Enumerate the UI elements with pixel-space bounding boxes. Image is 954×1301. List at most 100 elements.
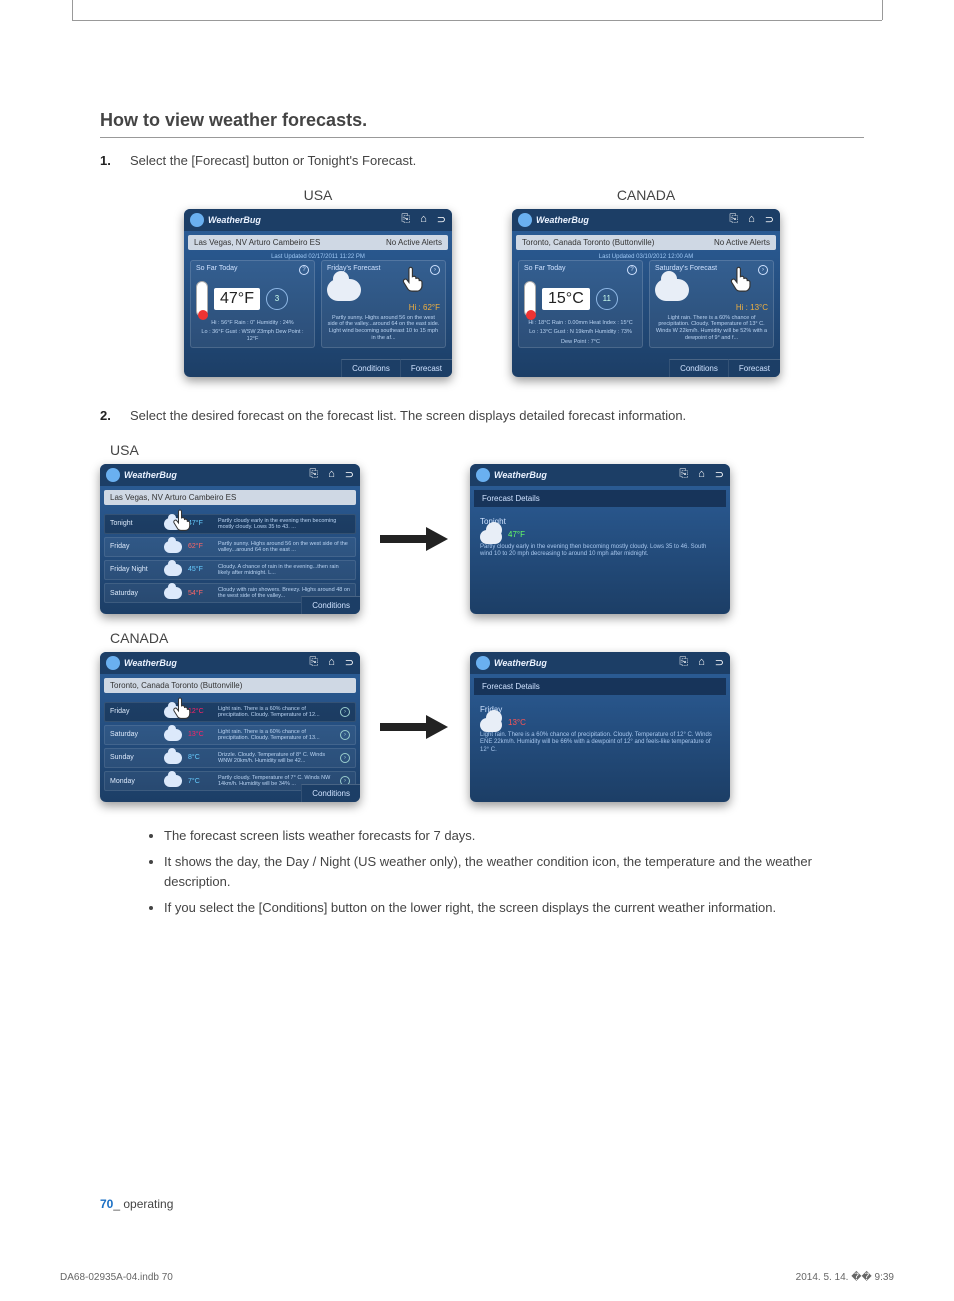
weatherbug-logo-icon (518, 213, 532, 227)
step-2-text: Select the desired forecast on the forec… (130, 407, 686, 426)
home-icon[interactable]: ⌂ (420, 213, 427, 226)
bookmark-icon[interactable]: ⎘ (309, 656, 318, 669)
brand-text: WeatherBug (124, 658, 177, 668)
home-icon[interactable]: ⌂ (698, 468, 705, 481)
touch-hand-icon (727, 265, 755, 293)
canada-detail-text: Light rain. There is a 60% chance of pre… (480, 732, 720, 755)
home-icon[interactable]: ⌂ (328, 468, 335, 481)
page-footer: 70_ operating (100, 1197, 173, 1211)
cloud-icon (480, 530, 502, 544)
weatherbug-logo-icon (106, 656, 120, 670)
back-icon[interactable]: ⊃ (437, 213, 446, 226)
back-icon[interactable]: ⊃ (345, 468, 354, 481)
brand-text: WeatherBug (494, 658, 547, 668)
conditions-tab[interactable]: Conditions (301, 784, 360, 802)
weather-icon (164, 729, 182, 741)
forecast-day: Saturday (110, 590, 158, 597)
weather-icon (164, 541, 182, 553)
canada-label: CANADA (512, 187, 780, 203)
conditions-tab[interactable]: Conditions (669, 359, 728, 377)
conditions-tab[interactable]: Conditions (301, 596, 360, 614)
chevron-right-icon[interactable]: › (340, 707, 350, 717)
bookmark-icon[interactable]: ⎘ (309, 468, 318, 481)
step-2-num: 2. (100, 407, 118, 426)
forecast-row[interactable]: Tonight47°FPartly cloudy early in the ev… (104, 514, 356, 534)
go-icon[interactable]: › (758, 265, 768, 275)
bookmark-icon[interactable]: ⎘ (401, 213, 410, 226)
usa-detail-day: Tonight (480, 517, 720, 526)
home-icon[interactable]: ⌂ (328, 656, 335, 669)
forecast-desc: Partly cloudy early in the evening then … (218, 518, 350, 530)
weatherbug-logo-icon (190, 213, 204, 227)
forecast-day: Friday (110, 708, 158, 715)
thermometer-icon (196, 281, 208, 317)
brand-text: WeatherBug (124, 470, 177, 480)
go-icon[interactable]: › (430, 265, 440, 275)
forecast-day: Tonight (110, 520, 158, 527)
step-1: 1. Select the [Forecast] button or Tonig… (100, 152, 864, 171)
weather-icon (164, 752, 182, 764)
canada-stats3: Dew Point : 7°C (524, 339, 637, 346)
info-icon[interactable]: ? (627, 265, 637, 275)
forecast-row[interactable]: Saturday13°CLight rain. There is a 60% c… (104, 725, 356, 745)
step-1-text: Select the [Forecast] button or Tonight'… (130, 152, 416, 171)
canada-alerts: No Active Alerts (714, 238, 770, 247)
forecast-day: Sunday (110, 754, 158, 761)
forecast-tab[interactable]: Forecast (728, 359, 780, 377)
step-1-num: 1. (100, 152, 118, 171)
forecast-temp: 62°F (188, 543, 212, 550)
forecast-row[interactable]: Friday62°FPartly sunny. Highs around 56 … (104, 537, 356, 557)
forecast-row[interactable]: Sunday8°CDrizzle. Cloudy. Temperature of… (104, 748, 356, 768)
usa-alerts: No Active Alerts (386, 238, 442, 247)
brand-text: WeatherBug (494, 470, 547, 480)
usa-desc: Partly sunny. Highs around 56 on the wes… (327, 315, 440, 341)
home-icon[interactable]: ⌂ (748, 213, 755, 226)
usa-forecast-list-device: WeatherBug ⎘ ⌂ ⊃ Las Vegas, NV Arturo Camb… (100, 464, 360, 614)
back-icon[interactable]: ⊃ (765, 213, 774, 226)
bullet-1: The forecast screen lists weather foreca… (164, 826, 864, 846)
usa-device-today: WeatherBug ⎘ ⌂ ⊃ Las Vegas, NV Arturo Ca… (184, 209, 452, 377)
doc-footer-left: DA68-02935A-04.indb 70 (60, 1272, 173, 1283)
canada-forecast-list-device: WeatherBug ⎘ ⌂ ⊃ Toronto, Canada Toronto (… (100, 652, 360, 802)
back-icon[interactable]: ⊃ (345, 656, 354, 669)
usa-detail-text: Partly cloudy early in the evening then … (480, 544, 720, 560)
brand-text: WeatherBug (536, 215, 589, 225)
canada-stats2: Lo : 13°C Gust : N 19km/h Humidity : 73% (524, 329, 637, 336)
info-icon[interactable]: ? (299, 265, 309, 275)
chevron-right-icon[interactable]: › (340, 730, 350, 740)
section-heading: How to view weather forecasts. (100, 110, 864, 138)
step-2: 2. Select the desired forecast on the fo… (100, 407, 864, 426)
canada-location[interactable]: Toronto, Canada Toronto (Buttonville) (522, 238, 654, 247)
weather-icon (164, 564, 182, 576)
forecast-row[interactable]: Friday12°CLight rain. There is a 60% cha… (104, 702, 356, 722)
canada-list-location[interactable]: Toronto, Canada Toronto (Buttonville) (110, 681, 242, 690)
canada-desc: Light rain. There is a 60% chance of pre… (655, 315, 768, 341)
cloud-icon (327, 279, 361, 301)
bookmark-icon[interactable]: ⎘ (729, 213, 738, 226)
forecast-tab[interactable]: Forecast (400, 359, 452, 377)
forecast-temp: 8°C (188, 754, 212, 761)
home-icon[interactable]: ⌂ (698, 656, 705, 669)
canada-stats1: Hi : 18°C Rain : 0.00mm Heat Index : 15°… (524, 320, 637, 327)
back-icon[interactable]: ⊃ (715, 468, 724, 481)
chevron-right-icon[interactable]: › (340, 753, 350, 763)
bookmark-icon[interactable]: ⎘ (679, 468, 688, 481)
rain-cloud-icon (480, 718, 502, 732)
canada-forecast-detail-device: WeatherBug ⎘⌂⊃ Forecast Details Friday 1… (470, 652, 730, 802)
conditions-tab[interactable]: Conditions (341, 359, 400, 377)
weather-icon (164, 587, 182, 599)
usa-detail-temp: 47°F (508, 530, 525, 539)
forecast-row[interactable]: Friday Night45°FCloudy. A chance of rain… (104, 560, 356, 580)
bookmark-icon[interactable]: ⎘ (679, 656, 688, 669)
back-icon[interactable]: ⊃ (715, 656, 724, 669)
usa-location[interactable]: Las Vegas, NV Arturo Cambeiro ES (194, 238, 320, 247)
notes-list: The forecast screen lists weather foreca… (148, 826, 864, 919)
bullet-3: If you select the [Conditions] button on… (164, 898, 864, 918)
canada-temp: 15°C (542, 288, 590, 310)
usa-stats2: Lo : 36°F Gust : WSW 23mph Dew Point : 1… (196, 329, 309, 342)
weatherbug-logo-icon (476, 656, 490, 670)
usa-list-location[interactable]: Las Vegas, NV Arturo Cambeiro ES (110, 493, 236, 502)
usa-hi: Hi : 62°F (327, 303, 440, 312)
canada-detail-temp: 13°C (508, 718, 526, 727)
page-number: 70 (100, 1197, 113, 1211)
